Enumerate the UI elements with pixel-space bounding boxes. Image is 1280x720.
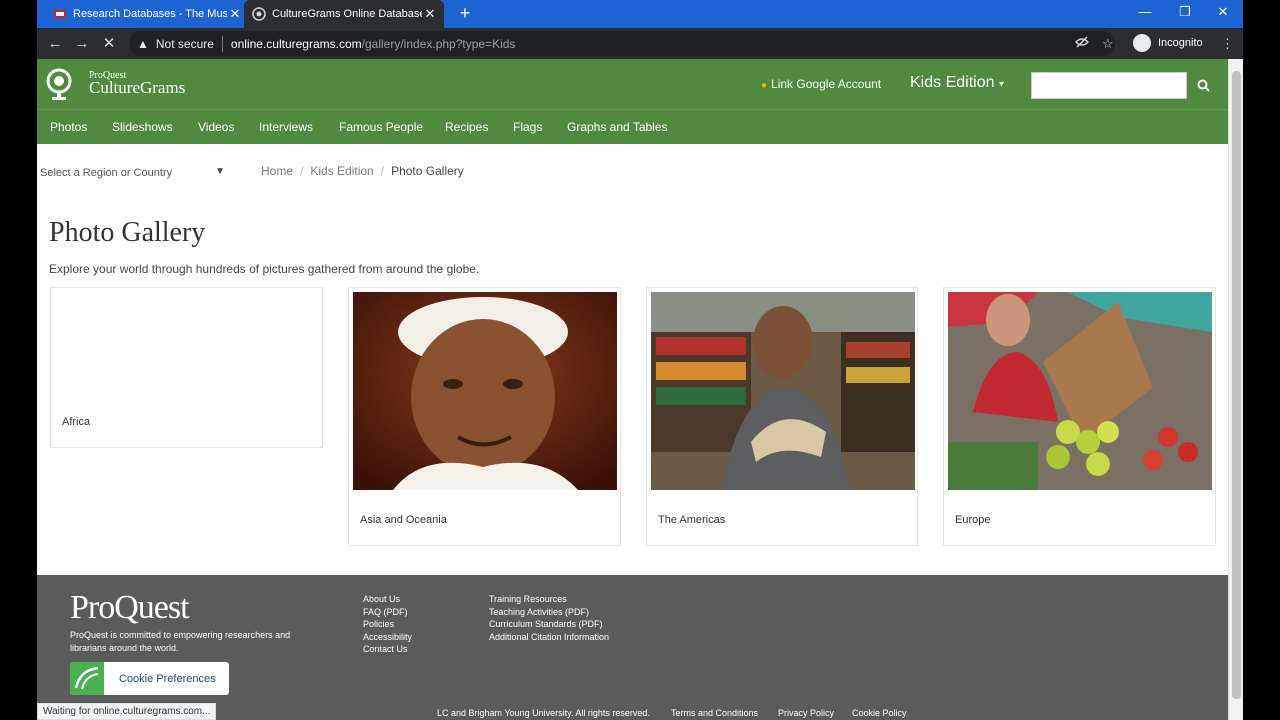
footer-link-privacy[interactable]: Privacy Policy (778, 708, 834, 718)
page-subtitle: Explore your world through hundreds of p… (49, 262, 480, 276)
page-title: Photo Gallery (49, 217, 206, 248)
close-tab-icon[interactable]: ✕ (422, 6, 438, 22)
footer-link-curriculum[interactable]: Curriculum Standards (PDF) (489, 618, 609, 631)
nav-recipes[interactable]: Recipes (445, 120, 488, 134)
card-label: Africa (62, 416, 91, 428)
tab-title: CultureGrams Online Database | (272, 8, 422, 20)
nav-photos[interactable]: Photos (50, 120, 87, 134)
edition-dropdown[interactable]: Kids Edition ▾ (910, 74, 1004, 92)
breadcrumb: Home / Kids Edition / Photo Gallery (261, 164, 464, 178)
tab-title: Research Databases - The Muski (73, 8, 227, 20)
americas-photo (651, 292, 915, 490)
cookie-button-label: Cookie Preferences (119, 672, 216, 685)
nav-flags[interactable]: Flags (513, 120, 542, 134)
back-icon[interactable]: ← (46, 35, 64, 53)
scrollbar-thumb[interactable] (1232, 71, 1241, 699)
browser-window: Research Databases - The Muski ✕ Culture… (0, 0, 1280, 720)
footer-link-contact[interactable]: Contact Us (363, 643, 412, 656)
region-select-label: Select a Region or Country (40, 167, 173, 179)
google-link-label: Link Google Account (771, 77, 882, 91)
tab-strip: Research Databases - The Muski ✕ Culture… (37, 0, 1243, 28)
site-footer: ProQuest ProQuest is committed to empowe… (37, 575, 1228, 720)
caret-down-icon: ▼ (215, 166, 225, 177)
globe-favicon-icon (252, 7, 266, 21)
asia-oceania-photo (353, 292, 617, 490)
eye-slash-icon[interactable] (1075, 36, 1089, 51)
bookmark-star-icon[interactable]: ☆ (1102, 36, 1114, 52)
nav-famous-people[interactable]: Famous People (339, 120, 423, 134)
page-scrollbar[interactable] (1228, 59, 1243, 720)
address-bar[interactable]: ▲ Not secure online.culturegrams.com /ga… (129, 31, 1115, 56)
profile-label: Incognito (1158, 37, 1203, 49)
incognito-icon (1133, 34, 1151, 52)
cookie-preferences-button[interactable]: Cookie Preferences (70, 662, 229, 695)
loading-status-bar: Waiting for online.culturegrams.com... (37, 703, 217, 720)
footer-link-about[interactable]: About Us (363, 593, 412, 606)
footer-tagline: ProQuest is committed to empowering rese… (70, 630, 291, 653)
nav-slideshows[interactable]: Slideshows (112, 120, 173, 134)
browser-toolbar: ← → ✕ ▲ Not secure online.culturegrams.c… (37, 28, 1243, 59)
warning-icon: ▲ (137, 36, 149, 51)
caret-down-icon: ▾ (998, 79, 1004, 90)
library-favicon-icon (53, 7, 67, 21)
incognito-profile[interactable]: Incognito (1133, 34, 1203, 52)
footer-link-cookie-policy[interactable]: Cookie Policy (852, 708, 907, 718)
link-google-account[interactable]: ● Link Google Account (761, 77, 881, 91)
footer-link-teaching[interactable]: Teaching Activities (PDF) (489, 606, 609, 619)
main-nav: Photos Slideshows Videos Interviews Famo… (37, 109, 1228, 144)
site-header: ProQuest CultureGrams ● Link Google Accou… (37, 59, 1228, 109)
stop-loading-icon[interactable]: ✕ (100, 35, 118, 53)
footer-link-terms[interactable]: Terms and Conditions (671, 708, 758, 718)
footer-link-training[interactable]: Training Resources (489, 593, 609, 606)
gallery-card-europe[interactable]: Europe (943, 287, 1216, 546)
tab-research-databases[interactable]: Research Databases - The Muski ✕ (45, 0, 249, 28)
web-page: ProQuest CultureGrams ● Link Google Accou… (37, 59, 1228, 720)
breadcrumb-separator: / (380, 164, 385, 178)
gallery-card-asia-oceania[interactable]: Asia and Oceania (348, 287, 621, 546)
nav-interviews[interactable]: Interviews (259, 120, 313, 134)
copyright-text: LC and Brigham Young University. All rig… (437, 708, 650, 718)
nav-videos[interactable]: Videos (198, 120, 234, 134)
search-button[interactable] (1189, 72, 1217, 99)
europe-photo (948, 292, 1212, 490)
card-label: The Americas (658, 514, 726, 526)
card-label: Europe (955, 514, 991, 526)
omnibox-divider (221, 35, 223, 52)
footer-links-col1: About Us FAQ (PDF) Policies Accessibilit… (363, 593, 412, 656)
card-label: Asia and Oceania (360, 514, 447, 526)
minimize-icon[interactable]: — (1135, 4, 1155, 19)
cookie-leaf-icon (70, 662, 104, 695)
search-icon (1197, 79, 1210, 92)
logo-culturegrams-text[interactable]: CultureGrams (89, 78, 185, 98)
url-host: online.culturegrams.com (230, 36, 362, 51)
breadcrumb-edition[interactable]: Kids Edition (310, 164, 373, 178)
gallery-card-americas[interactable]: The Americas (646, 287, 918, 546)
footer-link-citation[interactable]: Additional Citation Information (489, 631, 609, 644)
footer-link-accessibility[interactable]: Accessibility (363, 631, 412, 644)
close-window-icon[interactable]: ✕ (1213, 4, 1233, 20)
footer-link-policies[interactable]: Policies (363, 618, 412, 631)
url-path: /gallery/index.php?type=Kids (361, 36, 516, 51)
search-input[interactable] (1031, 72, 1187, 99)
culturegrams-globe-icon[interactable] (45, 67, 73, 101)
nav-graphs-and-tables[interactable]: Graphs and Tables (567, 120, 668, 134)
security-label[interactable]: Not secure (156, 37, 214, 51)
breadcrumb-separator: / (300, 164, 304, 178)
gallery-card-africa[interactable]: Africa (50, 287, 323, 448)
footer-links-col2: Training Resources Teaching Activities (… (489, 593, 609, 643)
google-icon: ● (761, 80, 768, 91)
proquest-logo[interactable]: ProQuest (70, 589, 190, 627)
menu-kebab-icon[interactable]: ⋮ (1221, 36, 1234, 52)
new-tab-icon[interactable]: + (455, 4, 475, 24)
footer-link-faq[interactable]: FAQ (PDF) (363, 606, 412, 619)
breadcrumb-home[interactable]: Home (261, 164, 293, 178)
region-country-select[interactable]: Select a Region or Country ▼ (40, 163, 225, 183)
restore-icon[interactable]: ❐ (1175, 4, 1195, 20)
breadcrumb-current: Photo Gallery (391, 164, 464, 178)
tab-culturegrams[interactable]: CultureGrams Online Database | ✕ (244, 0, 444, 28)
close-tab-icon[interactable]: ✕ (227, 6, 243, 22)
forward-icon[interactable]: → (73, 35, 91, 53)
edition-label: Kids Edition (910, 74, 995, 91)
